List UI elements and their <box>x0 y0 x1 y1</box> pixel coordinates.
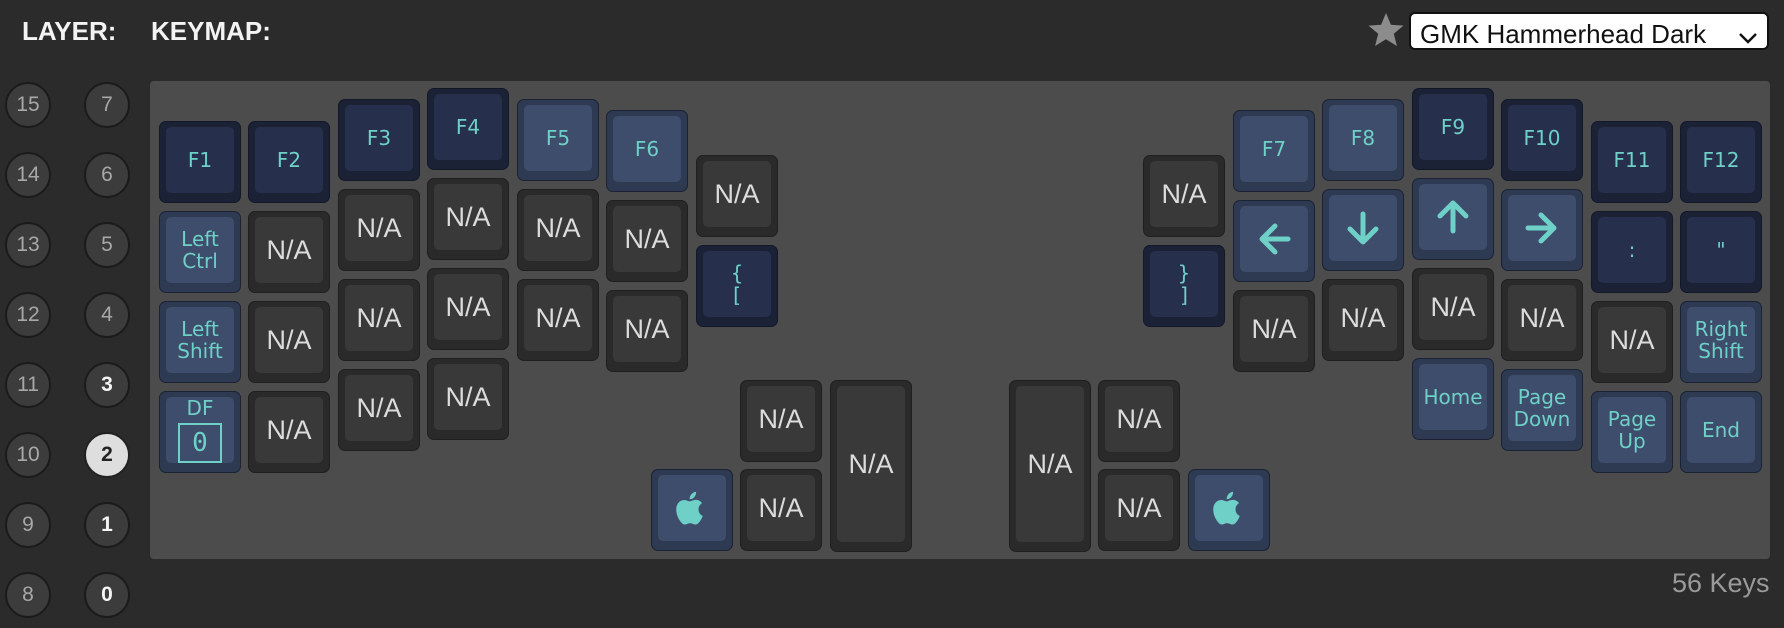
key-unassigned[interactable]: N/A <box>1143 155 1225 237</box>
key-f11[interactable]: F11 <box>1591 121 1673 203</box>
apple-icon <box>1213 490 1245 526</box>
key-f8[interactable]: F8 <box>1322 99 1404 181</box>
key-unassigned[interactable]: N/A <box>830 380 912 552</box>
right-arrow-icon <box>1523 211 1561 245</box>
key-f10[interactable]: F10 <box>1501 99 1583 181</box>
keymap-label: KEYMAP: <box>151 16 271 46</box>
key-count: 56 Keys <box>1672 568 1770 598</box>
key-unassigned[interactable]: N/A <box>248 211 330 293</box>
theme-select-value: GMK Hammerhead Dark <box>1420 19 1707 49</box>
key-f6[interactable]: F6 <box>606 110 688 192</box>
key-unassigned[interactable]: N/A <box>517 279 599 361</box>
key-unassigned[interactable]: N/A <box>606 290 688 372</box>
key-unassigned[interactable]: N/A <box>1322 279 1404 361</box>
key-f2[interactable]: F2 <box>248 121 330 203</box>
key-f4[interactable]: F4 <box>427 88 509 170</box>
layer-button-7[interactable]: 7 <box>84 82 130 128</box>
layer-button-8[interactable]: 8 <box>5 572 51 618</box>
key-unassigned[interactable]: N/A <box>1501 279 1583 361</box>
key-unassigned[interactable]: N/A <box>338 189 420 271</box>
df-layer-indicator: 0 <box>178 423 222 463</box>
key-right-bracket[interactable]: }] <box>1143 245 1225 327</box>
star-icon[interactable] <box>1366 10 1406 50</box>
key-unassigned[interactable]: N/A <box>696 155 778 237</box>
layer-label: LAYER: <box>22 16 117 46</box>
key-home[interactable]: Home <box>1412 358 1494 440</box>
layer-button-14[interactable]: 14 <box>5 152 51 198</box>
key-unassigned[interactable]: N/A <box>517 189 599 271</box>
up-arrow-icon <box>1436 198 1470 236</box>
key-unassigned[interactable]: N/A <box>248 301 330 383</box>
key-unassigned[interactable]: N/A <box>606 200 688 282</box>
key-quote[interactable]: " <box>1680 211 1762 293</box>
key-arrow-down[interactable] <box>1322 189 1404 271</box>
layer-button-1[interactable]: 1 <box>84 502 130 548</box>
key-arrow-left[interactable] <box>1233 200 1315 282</box>
key-unassigned[interactable]: N/A <box>427 358 509 440</box>
key-f1[interactable]: F1 <box>159 121 241 203</box>
key-end[interactable]: End <box>1680 391 1762 473</box>
key-df-layer[interactable]: DF 0 <box>159 391 241 473</box>
key-f3[interactable]: F3 <box>338 99 420 181</box>
key-arrow-up[interactable] <box>1412 178 1494 260</box>
key-arrow-right[interactable] <box>1501 189 1583 271</box>
key-f12[interactable]: F12 <box>1680 121 1762 203</box>
layer-button-15[interactable]: 15 <box>5 82 51 128</box>
key-unassigned[interactable]: N/A <box>338 369 420 451</box>
key-left-bracket[interactable]: {[ <box>696 245 778 327</box>
layer-button-4[interactable]: 4 <box>84 292 130 338</box>
key-page-up[interactable]: Page Up <box>1591 391 1673 473</box>
key-unassigned[interactable]: N/A <box>1098 380 1180 462</box>
key-unassigned[interactable]: N/A <box>1009 380 1091 552</box>
key-unassigned[interactable]: N/A <box>1412 268 1494 350</box>
key-f7[interactable]: F7 <box>1233 110 1315 192</box>
layer-button-0[interactable]: 0 <box>84 572 130 618</box>
key-unassigned[interactable]: N/A <box>1098 469 1180 551</box>
key-unassigned[interactable]: N/A <box>248 391 330 473</box>
key-page-down[interactable]: Page Down <box>1501 369 1583 451</box>
down-arrow-icon <box>1346 209 1380 247</box>
layer-button-10[interactable]: 10 <box>5 432 51 478</box>
key-f9[interactable]: F9 <box>1412 88 1494 170</box>
layer-button-3[interactable]: 3 <box>84 362 130 408</box>
chevron-down-icon <box>1737 22 1759 44</box>
key-unassigned[interactable]: N/A <box>427 178 509 260</box>
layer-button-9[interactable]: 9 <box>5 502 51 548</box>
layer-button-11[interactable]: 11 <box>5 362 51 408</box>
key-left-gui[interactable] <box>651 469 733 551</box>
key-unassigned[interactable]: N/A <box>338 279 420 361</box>
apple-icon <box>676 490 708 526</box>
key-left-shift[interactable]: Left Shift <box>159 301 241 383</box>
key-unassigned[interactable]: N/A <box>427 268 509 350</box>
key-right-gui[interactable] <box>1188 469 1270 551</box>
key-unassigned[interactable]: N/A <box>1233 290 1315 372</box>
key-colon[interactable]: : <box>1591 211 1673 293</box>
key-unassigned[interactable]: N/A <box>740 380 822 462</box>
theme-select[interactable]: GMK Hammerhead Dark <box>1409 12 1769 50</box>
layer-button-12[interactable]: 12 <box>5 292 51 338</box>
key-unassigned[interactable]: N/A <box>740 469 822 551</box>
key-left-ctrl[interactable]: Left Ctrl <box>159 211 241 293</box>
left-arrow-icon <box>1255 222 1293 256</box>
key-f5[interactable]: F5 <box>517 99 599 181</box>
layer-button-2[interactable]: 2 <box>84 432 130 478</box>
layer-button-5[interactable]: 5 <box>84 222 130 268</box>
key-unassigned[interactable]: N/A <box>1591 301 1673 383</box>
layer-button-13[interactable]: 13 <box>5 222 51 268</box>
layer-button-6[interactable]: 6 <box>84 152 130 198</box>
key-right-shift[interactable]: Right Shift <box>1680 301 1762 383</box>
